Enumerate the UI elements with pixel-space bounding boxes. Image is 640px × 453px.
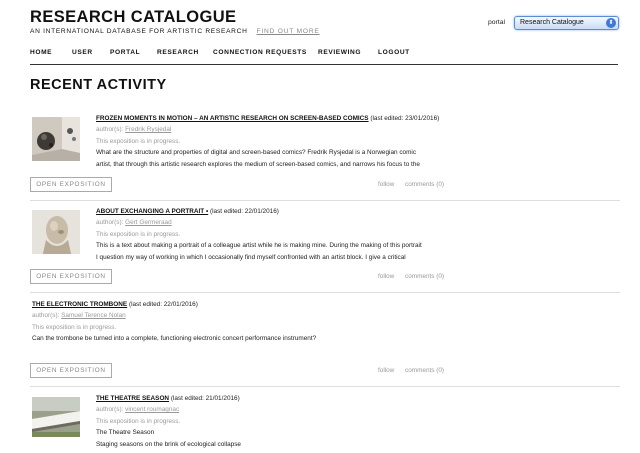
description-line-1: What are the structure and properties of…	[96, 149, 417, 157]
subtitle-text: AN INTERNATIONAL DATABASE FOR ARTISTIC R…	[30, 28, 248, 35]
last-edited-date: (last edited: 23/01/2016)	[370, 115, 440, 122]
description-line-1: Can the trombone be turned into a comple…	[32, 335, 317, 343]
nav-user[interactable]: USER	[72, 49, 110, 56]
author-link[interactable]: Gert Germeraad	[125, 219, 172, 226]
last-edited-date: (last edited: 22/01/2016)	[128, 301, 198, 308]
description-line-1: This is a text about making a portrait o…	[96, 242, 422, 250]
exposition-info: ABOUT EXCHANGING A PORTRAIT • (last edit…	[96, 206, 451, 263]
exposition-status: This exposition is in progress.	[96, 230, 181, 238]
author-link[interactable]: Samuel Terence Nolan	[61, 312, 126, 319]
exposition-info: THE ELECTRONIC TROMBONE (last edited: 22…	[32, 299, 452, 345]
description-line-2: artist, that through this artistic resea…	[96, 160, 420, 168]
portal-label: portal	[488, 19, 506, 26]
exposition-thumbnail[interactable]	[32, 210, 80, 254]
exposition-title[interactable]: FROZEN MOMENTS IN MOTION – AN ARTISTIC R…	[96, 115, 369, 122]
nav-portal[interactable]: PORTAL	[110, 49, 157, 56]
author-prefix: author(s):	[32, 312, 60, 320]
follow-link[interactable]: follow	[378, 367, 394, 374]
portal-select-value: Research Catalogue	[520, 19, 584, 26]
open-exposition-button[interactable]: OPEN EXPOSITION	[30, 269, 112, 284]
comments-link[interactable]: comments (0)	[405, 273, 444, 280]
author-link[interactable]: vincent roumagnac	[125, 406, 179, 413]
exposition-status: This exposition is in progress.	[32, 323, 117, 331]
find-out-more-link[interactable]: FIND OUT MORE	[257, 28, 320, 35]
page-title: RECENT ACTIVITY	[30, 77, 167, 93]
description-line-1: The Theatre Season	[96, 429, 155, 437]
exposition-title[interactable]: THE THEATRE SEASON	[96, 395, 169, 402]
entry-divider	[30, 200, 620, 201]
open-exposition-button[interactable]: OPEN EXPOSITION	[30, 363, 112, 378]
author-prefix: author(s):	[96, 406, 124, 414]
nav-research[interactable]: RESEARCH	[157, 49, 213, 56]
follow-link[interactable]: follow	[378, 181, 394, 188]
exposition-info: FROZEN MOMENTS IN MOTION – AN ARTISTIC R…	[96, 113, 451, 170]
main-nav: HOME USER PORTAL RESEARCH CONNECTION REQ…	[30, 49, 410, 56]
exposition-status: This exposition is in progress.	[96, 417, 181, 425]
nav-divider	[30, 64, 618, 65]
author-prefix: author(s):	[96, 219, 124, 227]
author-prefix: author(s):	[96, 126, 124, 134]
exposition-thumbnail[interactable]	[32, 117, 80, 161]
exposition-info: THE THEATRE SEASON (last edited: 21/01/2…	[96, 393, 451, 450]
nav-connection-requests[interactable]: CONNECTION REQUESTS	[213, 49, 318, 56]
comments-link[interactable]: comments (0)	[405, 181, 444, 188]
follow-link[interactable]: follow	[378, 273, 394, 280]
exposition-title[interactable]: ABOUT EXCHANGING A PORTRAIT •	[96, 208, 208, 215]
exposition-thumbnail[interactable]	[32, 397, 80, 437]
author-link[interactable]: Fredrik Rysjedal	[125, 126, 171, 133]
site-subtitle: AN INTERNATIONAL DATABASE FOR ARTISTIC R…	[30, 28, 320, 35]
comments-link[interactable]: comments (0)	[405, 367, 444, 374]
description-line-2: Staging seasons on the brink of ecologic…	[96, 440, 241, 448]
chevron-down-icon: ⬍	[606, 18, 616, 28]
open-exposition-button[interactable]: OPEN EXPOSITION	[30, 177, 112, 192]
last-edited-date: (last edited: 22/01/2016)	[209, 208, 279, 215]
last-edited-date: (last edited: 21/01/2016)	[170, 395, 240, 402]
nav-home[interactable]: HOME	[30, 49, 72, 56]
exposition-status: This exposition is in progress.	[96, 137, 181, 145]
exposition-title[interactable]: THE ELECTRONIC TROMBONE	[32, 301, 127, 308]
description-line-2: I question my way of working in which I …	[96, 253, 406, 261]
nav-logout[interactable]: LOGOUT	[378, 49, 410, 56]
entry-divider	[30, 292, 620, 293]
nav-reviewing[interactable]: REVIEWING	[318, 49, 378, 56]
entry-divider	[30, 386, 620, 387]
site-title[interactable]: RESEARCH CATALOGUE	[30, 8, 236, 27]
portal-select[interactable]: Research Catalogue ⬍	[514, 16, 619, 30]
